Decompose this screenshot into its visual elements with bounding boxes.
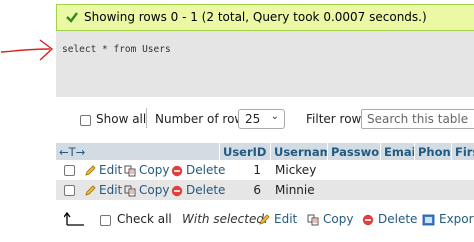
header-username[interactable]: Username: [270, 143, 327, 161]
copy-icon: [307, 214, 319, 225]
bulk-edit-label: Edit: [274, 212, 298, 226]
copy-link[interactable]: Copy: [124, 180, 169, 200]
check-icon: [66, 12, 78, 23]
arrow-up-left-icon: [64, 211, 84, 226]
column-resize-arrows[interactable]: ←T→: [56, 143, 219, 161]
header-email[interactable]: Email: [380, 143, 414, 161]
copy-label: Copy: [139, 183, 170, 197]
edit-link[interactable]: Edit: [84, 180, 122, 200]
cell-userid: 6: [253, 183, 261, 197]
header-userid[interactable]: UserID: [219, 143, 270, 161]
cell-userid: 1: [253, 163, 261, 177]
edit-label: Edit: [99, 163, 123, 177]
row-checkbox[interactable]: [64, 165, 75, 176]
cell-username: Mickey: [275, 163, 317, 177]
copy-icon: [124, 185, 136, 196]
bulk-edit-button[interactable]: Edit: [258, 212, 297, 226]
pencil-icon: [85, 164, 96, 176]
edit-label: Edit: [99, 183, 123, 197]
divider: [146, 108, 147, 128]
filter-rows-input[interactable]: Search this table: [361, 109, 474, 129]
pencil-icon: [85, 184, 96, 196]
bulk-export-button[interactable]: Export: [422, 212, 474, 226]
delete-link[interactable]: Delete: [171, 160, 225, 180]
chevron-down-icon: ⌄: [270, 111, 279, 122]
pencil-icon: [259, 213, 270, 225]
header-phone[interactable]: Phone: [414, 143, 451, 161]
arrows-label: ←T→: [59, 145, 86, 159]
delete-icon: [171, 185, 183, 196]
header-password[interactable]: Password: [327, 143, 380, 161]
bulk-copy-label: Copy: [323, 212, 354, 226]
table-row: Edit Copy Delete 6 Minnie: [56, 180, 474, 200]
delete-icon: [171, 165, 183, 176]
sql-query-box[interactable]: select * from Users: [56, 31, 474, 97]
delete-link[interactable]: Delete: [171, 180, 225, 200]
bulk-delete-label: Delete: [378, 212, 418, 226]
bulk-delete-button[interactable]: Delete: [362, 212, 417, 226]
bulk-export-label: Export: [439, 212, 474, 226]
bulk-actions-bar: Check all With selected: Edit Copy Delet…: [56, 206, 474, 236]
copy-icon: [124, 165, 136, 176]
delete-icon: [362, 214, 374, 225]
table-header: ←T→ UserID Username Password Email Phone…: [56, 142, 474, 161]
check-all-label[interactable]: Check all: [117, 212, 172, 226]
copy-link[interactable]: Copy: [124, 160, 169, 180]
annotation-arrow: [0, 39, 54, 61]
with-selected-label: With selected:: [182, 212, 269, 226]
number-of-rows-select[interactable]: 25 ⌄: [238, 109, 285, 129]
edit-link[interactable]: Edit: [84, 160, 122, 180]
search-placeholder: Search this table: [367, 112, 469, 126]
success-message: Showing rows 0 - 1 (2 total, Query took …: [84, 10, 427, 24]
sql-query-text: select * from Users: [62, 44, 171, 55]
row-checkbox[interactable]: [64, 185, 75, 196]
check-all-checkbox[interactable]: [100, 215, 111, 226]
show-all-checkbox[interactable]: [80, 115, 91, 126]
header-first[interactable]: Firs: [451, 143, 474, 161]
copy-label: Copy: [139, 163, 170, 177]
cell-username: Minnie: [275, 183, 315, 197]
number-of-rows-value: 25: [245, 112, 261, 126]
table-row: Edit Copy Delete 1 Mickey: [56, 160, 474, 180]
show-all-label[interactable]: Show all: [96, 112, 146, 126]
export-icon: [422, 214, 435, 225]
bulk-copy-button[interactable]: Copy: [307, 212, 353, 226]
success-banner: Showing rows 0 - 1 (2 total, Query took …: [56, 4, 474, 31]
